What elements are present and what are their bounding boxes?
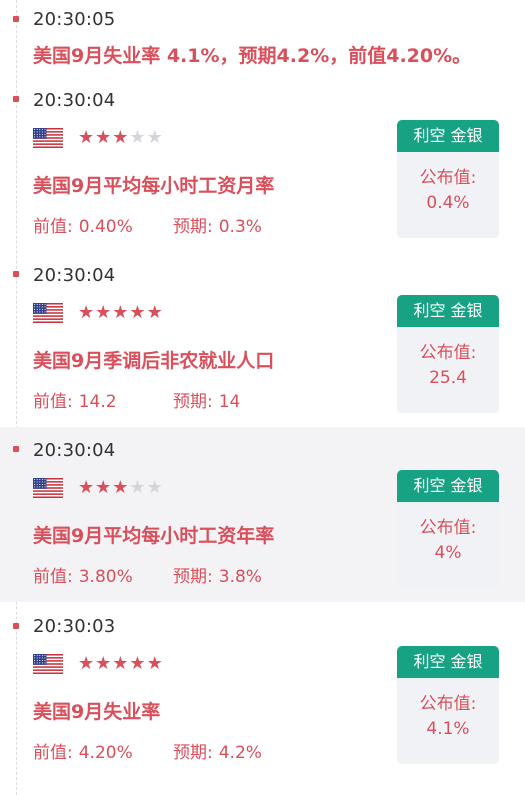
star-empty-icon: ★ bbox=[146, 127, 164, 148]
forecast-group: 预期: 3.8% bbox=[173, 562, 262, 587]
timeline-dot bbox=[13, 623, 19, 629]
forecast-label: 预期: bbox=[173, 392, 213, 412]
forecast-label: 预期: bbox=[173, 217, 213, 237]
star-filled-icon: ★ bbox=[78, 653, 96, 674]
star-filled-icon: ★ bbox=[129, 302, 147, 323]
impact-tag: 利空 金银 bbox=[397, 470, 499, 502]
importance-stars: ★★★★★ bbox=[78, 128, 164, 148]
forecast-value: 14 bbox=[218, 392, 241, 412]
forecast-label: 预期: bbox=[173, 743, 213, 763]
star-filled-icon: ★ bbox=[95, 302, 113, 323]
release-time: 20:30:03 bbox=[33, 616, 116, 637]
previous-forecast-row: 前值: 3.80% 预期: 3.8% bbox=[33, 562, 262, 587]
star-filled-icon: ★ bbox=[112, 127, 130, 148]
forecast-label: 预期: bbox=[173, 567, 213, 587]
actual-value: 4% bbox=[434, 543, 462, 563]
star-filled-icon: ★ bbox=[95, 477, 113, 498]
news-item[interactable]: 20:30:05 美国9月失业率 4.1%，预期4.2%，前值4.20%。 bbox=[0, 0, 525, 78]
previous-label: 前值: bbox=[33, 743, 73, 763]
previous-value: 0.40% bbox=[78, 217, 133, 237]
actual-card: 利空 金银 公布值: 25.4 bbox=[397, 295, 499, 413]
news-headline: 美国9月失业率 4.1%，预期4.2%，前值4.20%。 bbox=[33, 45, 472, 67]
star-filled-icon: ★ bbox=[95, 653, 113, 674]
release-time: 20:30:04 bbox=[33, 90, 116, 111]
data-release-item[interactable]: 20:30:04 ★★★★★ 美国9月季调后非农就业人口 前值: 14.2 预期:… bbox=[0, 253, 525, 428]
indicator-title: 美国9月季调后非农就业人口 bbox=[33, 350, 275, 372]
star-filled-icon: ★ bbox=[112, 477, 130, 498]
star-filled-icon: ★ bbox=[146, 302, 164, 323]
forecast-group: 预期: 0.3% bbox=[173, 212, 262, 237]
impact-tag: 利空 金银 bbox=[397, 646, 499, 678]
us-flag-icon bbox=[33, 303, 63, 323]
forecast-value: 4.2% bbox=[218, 743, 262, 763]
actual-card: 利空 金银 公布值: 0.4% bbox=[397, 120, 499, 238]
timeline-dot bbox=[13, 446, 19, 452]
actual-value: 0.4% bbox=[426, 193, 470, 213]
timeline-dot bbox=[13, 16, 19, 22]
previous-value: 14.2 bbox=[78, 392, 117, 412]
forecast-group: 预期: 4.2% bbox=[173, 738, 262, 763]
timeline-dot bbox=[13, 271, 19, 277]
forecast-group: 预期: 14 bbox=[173, 387, 240, 412]
actual-label: 公布值: bbox=[419, 343, 477, 363]
release-time: 20:30:04 bbox=[33, 440, 116, 461]
us-flag-icon bbox=[33, 128, 63, 148]
previous-label: 前值: bbox=[33, 567, 73, 587]
star-filled-icon: ★ bbox=[95, 127, 113, 148]
indicator-title: 美国9月失业率 bbox=[33, 701, 161, 723]
release-time: 20:30:04 bbox=[33, 265, 116, 286]
data-release-item[interactable]: 20:30:04 ★★★★★ 美国9月平均每小时工资月率 前值: 0.40% 预期… bbox=[0, 78, 525, 253]
star-empty-icon: ★ bbox=[129, 477, 147, 498]
importance-stars: ★★★★★ bbox=[78, 478, 164, 498]
actual-box: 公布值: 25.4 bbox=[397, 327, 499, 413]
star-filled-icon: ★ bbox=[112, 653, 130, 674]
previous-forecast-row: 前值: 0.40% 预期: 0.3% bbox=[33, 212, 262, 237]
impact-tag: 利空 金银 bbox=[397, 120, 499, 152]
star-empty-icon: ★ bbox=[129, 127, 147, 148]
previous-label: 前值: bbox=[33, 217, 73, 237]
indicator-title: 美国9月平均每小时工资月率 bbox=[33, 175, 275, 197]
actual-box: 公布值: 4% bbox=[397, 502, 499, 588]
star-filled-icon: ★ bbox=[112, 302, 130, 323]
actual-box: 公布值: 0.4% bbox=[397, 152, 499, 238]
news-time: 20:30:05 bbox=[33, 9, 116, 30]
previous-forecast-row: 前值: 14.2 预期: 14 bbox=[33, 387, 240, 412]
actual-value: 25.4 bbox=[429, 368, 467, 388]
data-release-item[interactable]: 20:30:03 ★★★★★ 美国9月失业率 前值: 4.20% 预期: 4.2% … bbox=[0, 604, 525, 795]
importance-stars: ★★★★★ bbox=[78, 654, 164, 674]
star-filled-icon: ★ bbox=[78, 477, 96, 498]
importance-stars: ★★★★★ bbox=[78, 303, 164, 323]
forecast-value: 3.8% bbox=[218, 567, 262, 587]
news-feed: 20:30:05 美国9月失业率 4.1%，预期4.2%，前值4.20%。 20… bbox=[0, 0, 525, 795]
us-flag-icon bbox=[33, 654, 63, 674]
actual-label: 公布值: bbox=[419, 694, 477, 714]
actual-box: 公布值: 4.1% bbox=[397, 678, 499, 764]
actual-label: 公布值: bbox=[419, 168, 477, 188]
previous-value: 4.20% bbox=[78, 743, 133, 763]
previous-value: 3.80% bbox=[78, 567, 133, 587]
star-filled-icon: ★ bbox=[146, 653, 164, 674]
impact-tag: 利空 金银 bbox=[397, 295, 499, 327]
previous-label: 前值: bbox=[33, 392, 73, 412]
actual-card: 利空 金银 公布值: 4.1% bbox=[397, 646, 499, 764]
data-release-item[interactable]: 20:30:04 ★★★★★ 美国9月平均每小时工资年率 前值: 3.80% 预期… bbox=[0, 427, 525, 602]
previous-forecast-row: 前值: 4.20% 预期: 4.2% bbox=[33, 738, 262, 763]
actual-label: 公布值: bbox=[419, 518, 477, 538]
star-empty-icon: ★ bbox=[146, 477, 164, 498]
forecast-value: 0.3% bbox=[218, 217, 262, 237]
actual-value: 4.1% bbox=[426, 719, 470, 739]
actual-card: 利空 金银 公布值: 4% bbox=[397, 470, 499, 588]
timeline-dot bbox=[13, 96, 19, 102]
star-filled-icon: ★ bbox=[78, 127, 96, 148]
star-filled-icon: ★ bbox=[78, 302, 96, 323]
star-filled-icon: ★ bbox=[129, 653, 147, 674]
us-flag-icon bbox=[33, 478, 63, 498]
indicator-title: 美国9月平均每小时工资年率 bbox=[33, 525, 275, 547]
